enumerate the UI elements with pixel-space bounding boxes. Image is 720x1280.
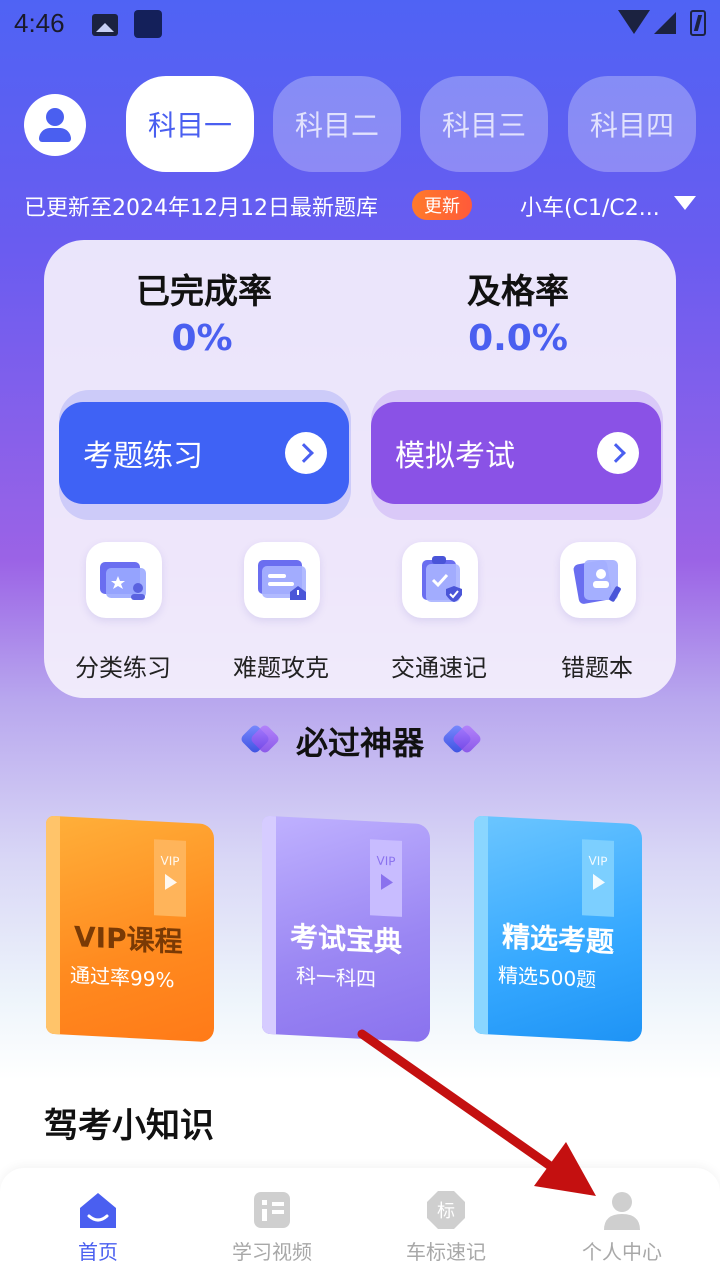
play-icon	[593, 873, 605, 891]
book-subtitle: 通过率99%	[70, 962, 175, 993]
nav-item-car-logo-memo[interactable]: 标 车标速记	[356, 1168, 536, 1280]
vip-ribbon-text: VIP	[376, 853, 396, 869]
exam-handbook-book[interactable]: VIP 考试宝典 科一科四	[262, 815, 430, 1043]
car-type-selector[interactable]: 小车(C1/C2...	[520, 190, 660, 222]
nav-label: 个人中心	[582, 1240, 662, 1264]
clipboard-check-icon	[402, 542, 478, 618]
nav-item-home[interactable]: 首页	[8, 1168, 188, 1280]
book-subtitle: 科一科四	[296, 963, 376, 992]
user-icon	[46, 108, 64, 126]
status-time: 4:46	[14, 8, 65, 38]
tab-subject-two[interactable]: 科目二	[273, 76, 401, 172]
feature-label: 分类练习	[75, 654, 171, 682]
progress-card: 已完成率 0% 及格率 0.0% 考题练习 模拟考试 分类练习 难题攻克 交通速…	[44, 240, 676, 698]
driving-tips-title: 驾考小知识	[44, 1106, 214, 1146]
cards-person-icon	[560, 542, 636, 618]
bottom-nav: 首页 学习视频 标 车标速记 个人中心	[0, 1168, 720, 1280]
gallery-notification-icon	[92, 14, 118, 36]
user-icon-body	[39, 128, 71, 142]
book-title: 考试宝典	[290, 920, 403, 959]
completion-rate-label: 已完成率	[136, 272, 272, 312]
nav-label: 首页	[78, 1240, 118, 1264]
book-spine	[46, 815, 60, 1035]
feature-wrong-questions[interactable]: 错题本	[522, 540, 672, 682]
bookmark-ribbon: VIP	[370, 839, 402, 917]
app-notification-icon	[134, 10, 162, 38]
bookmark-ribbon: VIP	[582, 839, 614, 917]
person-icon	[604, 1192, 640, 1230]
question-bank-update-text: 已更新至2024年12月12日最新题库	[24, 196, 378, 221]
car-badge-icon: 标	[427, 1191, 465, 1229]
feature-traffic-memo[interactable]: 交通速记	[364, 540, 514, 682]
book-spine	[262, 815, 276, 1035]
video-icon	[254, 1192, 290, 1228]
battery-charging-icon	[690, 10, 706, 36]
cell-signal-icon	[654, 12, 676, 34]
feature-label: 难题攻克	[233, 654, 329, 682]
tab-subject-one[interactable]: 科目一	[126, 76, 254, 172]
feature-label: 交通速记	[391, 654, 487, 682]
book-title: VIP课程	[74, 920, 183, 959]
update-button[interactable]: 更新	[412, 190, 472, 220]
feature-category-practice[interactable]: 分类练习	[48, 540, 198, 682]
chevron-right-icon	[285, 432, 327, 474]
chevron-right-icon	[597, 432, 639, 474]
mock-exam-button-label: 模拟考试	[395, 439, 515, 474]
nav-label: 学习视频	[232, 1240, 312, 1264]
book-subtitle: 精选500题	[498, 962, 597, 993]
book-spine	[474, 815, 488, 1035]
practice-button[interactable]: 考题练习	[59, 402, 349, 504]
practice-button-label: 考题练习	[83, 439, 203, 474]
book-title: 精选考题	[502, 920, 615, 959]
completion-rate-value: 0%	[171, 318, 233, 359]
status-bar: 4:46	[0, 0, 720, 50]
avatar[interactable]	[24, 94, 86, 156]
folder-star-icon	[86, 542, 162, 618]
essentials-section-title: 必过神器	[295, 724, 424, 762]
play-icon	[165, 873, 177, 891]
bookmark-ribbon: VIP	[154, 839, 186, 917]
vip-course-book[interactable]: VIP VIP课程 通过率99%	[46, 815, 214, 1043]
tab-subject-four[interactable]: 科目四	[568, 76, 696, 172]
dropdown-arrow-icon[interactable]	[674, 196, 696, 210]
pass-rate-value: 0.0%	[468, 318, 568, 359]
vip-ribbon-text: VIP	[588, 853, 608, 869]
play-icon	[381, 873, 393, 891]
wifi-icon	[618, 10, 650, 34]
tab-subject-three[interactable]: 科目三	[420, 76, 548, 172]
nav-item-profile[interactable]: 个人中心	[532, 1168, 712, 1280]
nav-item-study-video[interactable]: 学习视频	[182, 1168, 362, 1280]
pass-rate-label: 及格率	[467, 272, 569, 312]
feature-label: 错题本	[561, 654, 633, 682]
mock-exam-button[interactable]: 模拟考试	[371, 402, 661, 504]
feature-hard-questions[interactable]: 难题攻克	[206, 540, 356, 682]
vip-ribbon-text: VIP	[160, 853, 180, 869]
selected-questions-book[interactable]: VIP 精选考题 精选500题	[474, 815, 642, 1043]
nav-label: 车标速记	[406, 1240, 486, 1264]
svg-text:标: 标	[437, 1201, 455, 1222]
home-icon	[80, 1193, 116, 1228]
folder-warning-icon	[244, 542, 320, 618]
